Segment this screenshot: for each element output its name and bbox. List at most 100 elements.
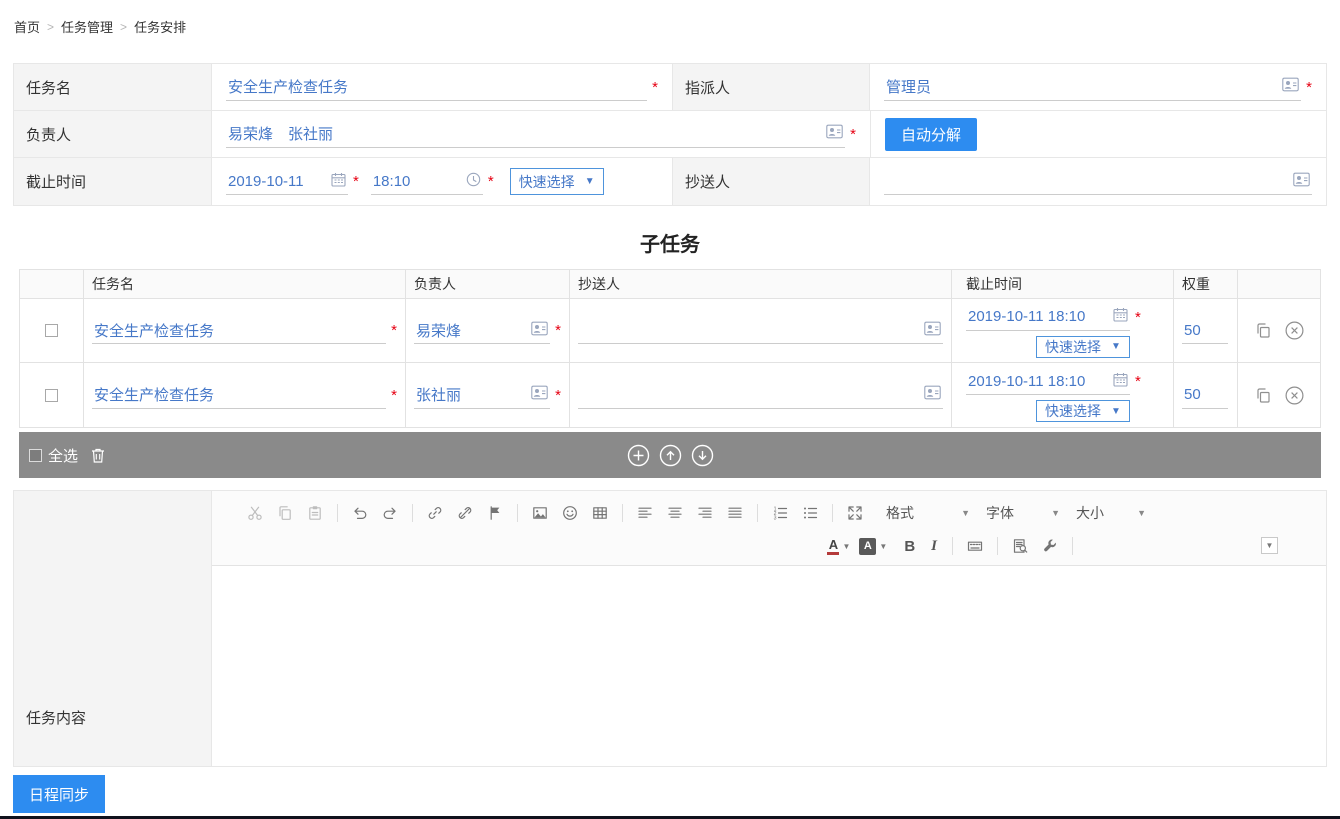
subtask-cc-input[interactable] bbox=[578, 317, 943, 344]
subtask-deadline-input[interactable]: 2019-10-11 18:10 bbox=[966, 304, 1130, 331]
text-color-button[interactable]: A bbox=[827, 538, 840, 555]
deadline-field: 2019-10-11 * 18:10 * 快速选择 ▼ bbox=[212, 158, 672, 205]
align-left-icon[interactable] bbox=[633, 502, 657, 524]
link-icon[interactable] bbox=[423, 502, 447, 524]
subtasks-title: 子任务 bbox=[640, 234, 700, 256]
subtask-weight-value: 50 bbox=[1184, 386, 1201, 403]
image-icon[interactable] bbox=[528, 502, 552, 524]
person-picker-icon[interactable] bbox=[531, 385, 548, 404]
bold-button[interactable]: B bbox=[904, 538, 915, 555]
quick-select-dropdown[interactable]: 快速选择 ▼ bbox=[509, 168, 604, 195]
align-justify-icon[interactable] bbox=[723, 502, 747, 524]
quick-select-dropdown[interactable]: 快速选择 ▼ bbox=[1036, 400, 1130, 422]
align-right-icon[interactable] bbox=[693, 502, 717, 524]
subtask-deadline-input[interactable]: 2019-10-11 18:10 bbox=[966, 368, 1130, 395]
calendar-icon[interactable] bbox=[1113, 307, 1128, 326]
format-combo-label: 格式 bbox=[886, 505, 914, 521]
person-picker-icon[interactable] bbox=[531, 321, 548, 340]
remove-row-button[interactable] bbox=[1285, 321, 1304, 340]
person-picker-icon[interactable] bbox=[924, 321, 941, 340]
copy-icon bbox=[273, 502, 297, 524]
deadline-time-input[interactable]: 18:10 bbox=[370, 168, 483, 195]
task-name-input[interactable]: 安全生产检查任务 bbox=[226, 74, 648, 101]
redo-icon[interactable] bbox=[378, 502, 402, 524]
move-down-button[interactable] bbox=[691, 444, 714, 467]
size-combo[interactable]: 大小 ▼ bbox=[1076, 503, 1146, 523]
move-up-button[interactable] bbox=[659, 444, 682, 467]
tools-icon[interactable] bbox=[1038, 535, 1062, 557]
breadcrumb-task-management[interactable]: 任务管理 bbox=[61, 17, 113, 36]
responsible-input[interactable]: 易荣烽 张社丽 bbox=[226, 121, 846, 148]
duplicate-row-button[interactable] bbox=[1255, 322, 1272, 339]
subtask-weight-input[interactable]: 50 bbox=[1182, 382, 1228, 409]
preview-icon[interactable] bbox=[1008, 535, 1032, 557]
delete-selected-button[interactable] bbox=[90, 447, 106, 464]
italic-button[interactable]: I bbox=[931, 538, 937, 555]
breadcrumb-separator: > bbox=[47, 19, 55, 34]
subtask-responsible-input[interactable]: 易荣烽 bbox=[414, 317, 551, 344]
toolbar-separator bbox=[517, 504, 518, 522]
editor-toolbar: 123 格式 ▼ 字体 ▼ 大小 ▼ A ▼ A ▼ B I ▼ bbox=[212, 491, 1326, 566]
caret-down-icon: ▼ bbox=[1051, 508, 1060, 518]
toolbar-separator bbox=[952, 537, 953, 555]
paste-icon bbox=[303, 502, 327, 524]
unlink-icon[interactable] bbox=[453, 502, 477, 524]
subtask-weight-input[interactable]: 50 bbox=[1182, 317, 1228, 344]
subtask-name-input[interactable]: 安全生产检查任务 bbox=[92, 317, 387, 344]
row-checkbox[interactable] bbox=[45, 324, 58, 337]
subtask-row: 安全生产检查任务 * 易荣烽 * 2019-10-11 18:10 * 快速选择… bbox=[20, 299, 1320, 363]
calendar-icon[interactable] bbox=[1113, 372, 1128, 391]
required-marker: * bbox=[487, 173, 494, 190]
editor-toolbar-row-2: A ▼ A ▼ B I bbox=[220, 530, 1318, 562]
assigner-input[interactable]: 管理员 bbox=[884, 74, 1302, 101]
align-center-icon[interactable] bbox=[663, 502, 687, 524]
anchor-icon[interactable] bbox=[483, 502, 507, 524]
remove-row-button[interactable] bbox=[1285, 386, 1304, 405]
required-marker: * bbox=[391, 386, 397, 404]
task-content-label: 任务内容 bbox=[14, 491, 212, 766]
collapse-toolbar-button[interactable]: ▼ bbox=[1261, 537, 1278, 554]
caret-down-icon[interactable]: ▼ bbox=[842, 542, 850, 551]
subtask-cc-input[interactable] bbox=[578, 382, 943, 409]
task-name-label: 任务名 bbox=[14, 64, 212, 110]
person-picker-icon[interactable] bbox=[826, 124, 843, 143]
table-icon[interactable] bbox=[588, 502, 612, 524]
required-marker: * bbox=[1135, 308, 1141, 326]
required-marker: * bbox=[850, 125, 856, 143]
clock-icon[interactable] bbox=[466, 172, 481, 191]
quick-select-dropdown[interactable]: 快速选择 ▼ bbox=[1036, 335, 1130, 358]
add-subtask-button[interactable] bbox=[627, 444, 650, 467]
caret-down-icon[interactable]: ▼ bbox=[879, 542, 887, 551]
select-all-checkbox[interactable] bbox=[29, 448, 42, 462]
format-combo[interactable]: 格式 ▼ bbox=[886, 503, 970, 523]
deadline-date-input[interactable]: 2019-10-11 bbox=[226, 168, 348, 195]
rich-text-editor: 123 格式 ▼ 字体 ▼ 大小 ▼ A ▼ A ▼ B I ▼ bbox=[212, 491, 1326, 766]
assigner-field: 管理员 * bbox=[870, 64, 1326, 110]
toolbar-separator bbox=[622, 504, 623, 522]
auto-decompose-button[interactable]: 自动分解 bbox=[885, 117, 978, 151]
person-picker-icon[interactable] bbox=[1293, 172, 1310, 191]
subtask-name-value: 安全生产检查任务 bbox=[94, 322, 215, 340]
person-picker-icon[interactable] bbox=[924, 385, 941, 404]
keyboard-icon[interactable] bbox=[963, 535, 987, 557]
undo-icon[interactable] bbox=[348, 502, 372, 524]
subtask-name-input[interactable]: 安全生产检查任务 bbox=[92, 382, 387, 409]
schedule-sync-button[interactable]: 日程同步 bbox=[13, 775, 105, 813]
subtasks-toolbar: 全选 bbox=[19, 432, 1321, 478]
smiley-icon[interactable] bbox=[558, 502, 582, 524]
duplicate-row-button[interactable] bbox=[1255, 387, 1272, 404]
person-picker-icon[interactable] bbox=[1282, 77, 1299, 96]
row-checkbox[interactable] bbox=[45, 388, 58, 402]
task-content-section: 任务内容 1 2 3 格式 ▼ 字体 ▼ 大小 ▼ A ▼ A ▼ B I ▼ bbox=[13, 490, 1327, 767]
breadcrumb-home[interactable]: 首页 bbox=[14, 17, 40, 36]
numbered-list-icon[interactable]: 123 bbox=[768, 502, 792, 524]
header-responsible: 负责人 bbox=[406, 270, 570, 298]
font-combo[interactable]: 字体 ▼ bbox=[986, 503, 1060, 523]
bullet-list-icon[interactable] bbox=[798, 502, 822, 524]
subtask-responsible-input[interactable]: 张社丽 bbox=[414, 382, 551, 409]
calendar-icon[interactable] bbox=[331, 172, 346, 191]
background-color-button[interactable]: A bbox=[859, 537, 877, 555]
editor-content-area[interactable] bbox=[212, 566, 1326, 766]
cc-input[interactable] bbox=[884, 168, 1312, 195]
maximize-icon[interactable] bbox=[843, 502, 867, 524]
